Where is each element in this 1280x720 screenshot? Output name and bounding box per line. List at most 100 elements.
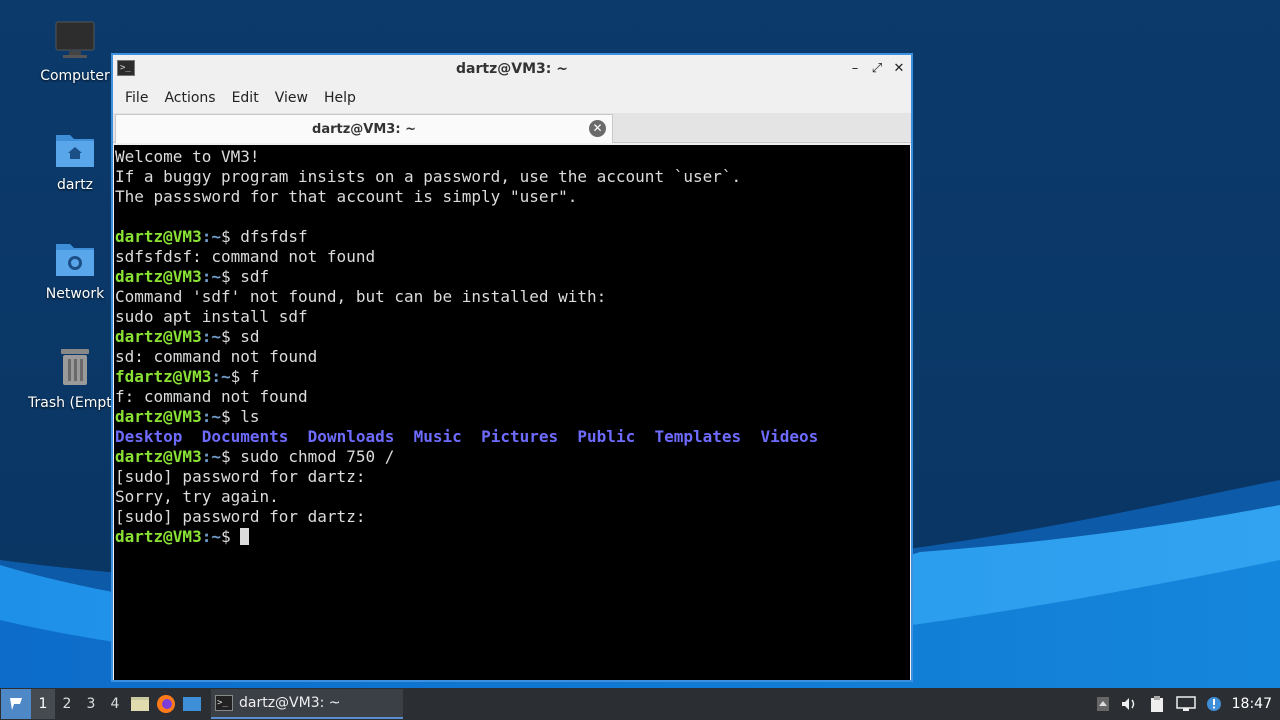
desktop-icon-network[interactable]: Network (25, 236, 125, 302)
menu-file[interactable]: File (117, 90, 156, 106)
directory-entry: Desktop (115, 427, 183, 446)
terminal-output-line: f: command not found (115, 387, 308, 406)
terminal-output-line: Sorry, try again. (115, 487, 279, 506)
workspace-1[interactable]: 1 (31, 689, 55, 719)
desktop-icon-computer[interactable]: Computer (25, 18, 125, 84)
computer-icon (53, 18, 97, 62)
terminal-window: >_ dartz@VM3: ~ – ⤢ ✕ File Actions Edit … (111, 53, 913, 682)
prompt-path: :~ (201, 327, 221, 346)
prompt-path: :~ (201, 407, 221, 426)
menu-actions[interactable]: Actions (156, 90, 223, 106)
prompt-symbol: $ (220, 327, 241, 346)
trash-icon (53, 345, 97, 389)
terminal-line: Welcome to VM3! (115, 147, 260, 166)
terminal-command-line: dartz@VM3:~$ sdf (115, 267, 910, 287)
firefox-launcher[interactable] (153, 689, 179, 719)
prompt-symbol: $ (220, 447, 241, 466)
firefox-icon (157, 695, 175, 713)
terminal-output-line: sdfsfdsf: command not found (115, 247, 376, 266)
tab-close-icon[interactable]: ✕ (589, 120, 606, 137)
start-menu-button[interactable] (1, 689, 31, 719)
terminal-output-line: sudo apt install sdf (115, 307, 308, 326)
network-icon[interactable] (1175, 696, 1196, 712)
menu-view[interactable]: View (267, 90, 316, 106)
terminal-command-line: dartz@VM3:~$ ls (115, 407, 910, 427)
directory-entry: Music (413, 427, 462, 446)
tray-arrow-icon[interactable] (1096, 696, 1110, 712)
tab-bar: dartz@VM3: ~ ✕ (113, 113, 911, 143)
prompt-user: dartz@VM3 (115, 407, 202, 426)
workspace-2[interactable]: 2 (55, 689, 79, 719)
workspace-4[interactable]: 4 (103, 689, 127, 719)
file-manager-launcher[interactable] (127, 689, 153, 719)
window-title: dartz@VM3: ~ (456, 61, 568, 77)
prompt-symbol: $ (220, 527, 241, 546)
tab-terminal[interactable]: dartz@VM3: ~ ✕ (115, 114, 613, 143)
terminal-icon: >_ (117, 60, 135, 76)
prompt-path: :~ (201, 527, 221, 546)
desktop-icon-home[interactable]: dartz (25, 127, 125, 193)
task-label: dartz@VM3: ~ (239, 695, 341, 711)
terminal-line: The passsword for that account is simply… (115, 187, 578, 206)
terminal-command-line: fdartz@VM3:~$ f (115, 367, 910, 387)
menu-help[interactable]: Help (316, 90, 364, 106)
prompt-symbol: $ (220, 407, 241, 426)
terminal-output-line: Command 'sdf' not found, but can be inst… (115, 287, 607, 306)
command-text: ls (240, 407, 260, 426)
terminal-icon: >_ (215, 695, 233, 711)
prompt-user: dartz@VM3 (115, 327, 202, 346)
terminal-line: If a buggy program insists on a password… (115, 167, 742, 186)
directory-entry: Templates (654, 427, 742, 446)
clipboard-icon[interactable] (1148, 695, 1166, 713)
system-tray: 18:47 (1096, 695, 1280, 713)
tab-label: dartz@VM3: ~ (312, 121, 416, 137)
prompt-path: :~ (201, 227, 221, 246)
command-text: sdf (240, 267, 270, 286)
close-button[interactable]: ✕ (891, 59, 907, 77)
menu-bar: File Actions Edit View Help (113, 83, 911, 113)
ls-output-line: Desktop Documents Downloads Music Pictur… (115, 427, 910, 447)
prompt-user: dartz@VM3 (115, 447, 202, 466)
desktop-icon-label: Network (45, 286, 105, 302)
workspace-3[interactable]: 3 (79, 689, 103, 719)
terminal-cursor (240, 528, 250, 545)
prompt-user: dartz@VM3 (124, 367, 212, 386)
command-text: sudo chmod 750 / (240, 447, 395, 466)
prompt-symbol: $ (220, 227, 241, 246)
desktop-icon-trash[interactable]: Trash (Empty) (25, 345, 126, 411)
terminal-command-line: dartz@VM3:~$ dfsfdsf (115, 227, 910, 247)
window-titlebar[interactable]: >_ dartz@VM3: ~ – ⤢ ✕ (113, 55, 911, 83)
command-text: f (249, 367, 260, 386)
terminal-output-line: [sudo] password for dartz: (115, 467, 366, 486)
directory-entry: Videos (760, 427, 819, 446)
terminal-command-line: dartz@VM3:~$ sudo chmod 750 / (115, 447, 910, 467)
directory-entry: Downloads (307, 427, 395, 446)
terminal-active-prompt: dartz@VM3:~$ (115, 527, 910, 547)
prompt-user: dartz@VM3 (115, 267, 202, 286)
taskbar: 1 2 3 4 >_ dartz@VM3: ~ 18:47 (0, 688, 1280, 720)
directory-entry: Documents (201, 427, 289, 446)
clock[interactable]: 18:47 (1232, 696, 1272, 712)
command-text: sd (240, 327, 260, 346)
volume-icon[interactable] (1120, 696, 1138, 712)
prompt-user: dartz@VM3 (115, 227, 202, 246)
maximize-button[interactable]: ⤢ (869, 59, 885, 77)
terminal-output-line: sd: command not found (115, 347, 318, 366)
desktop-icon-label: Computer (40, 68, 110, 84)
prompt-path: :~ (201, 447, 221, 466)
update-notifier-icon[interactable] (1206, 696, 1222, 712)
task-terminal[interactable]: >_ dartz@VM3: ~ (211, 689, 403, 719)
file-manager-icon (131, 697, 149, 711)
desktop-icon-label: dartz (56, 177, 94, 193)
show-desktop-launcher[interactable] (179, 689, 205, 719)
home-folder-icon (53, 127, 97, 171)
directory-entry: Public (577, 427, 636, 446)
prompt-user: dartz@VM3 (115, 527, 202, 546)
directory-entry: Pictures (481, 427, 559, 446)
menu-edit[interactable]: Edit (224, 90, 267, 106)
terminal-output[interactable]: Welcome to VM3! If a buggy program insist… (114, 145, 910, 680)
prompt-symbol: $ (220, 267, 241, 286)
prompt-path: :~ (201, 267, 221, 286)
minimize-button[interactable]: – (847, 59, 863, 77)
